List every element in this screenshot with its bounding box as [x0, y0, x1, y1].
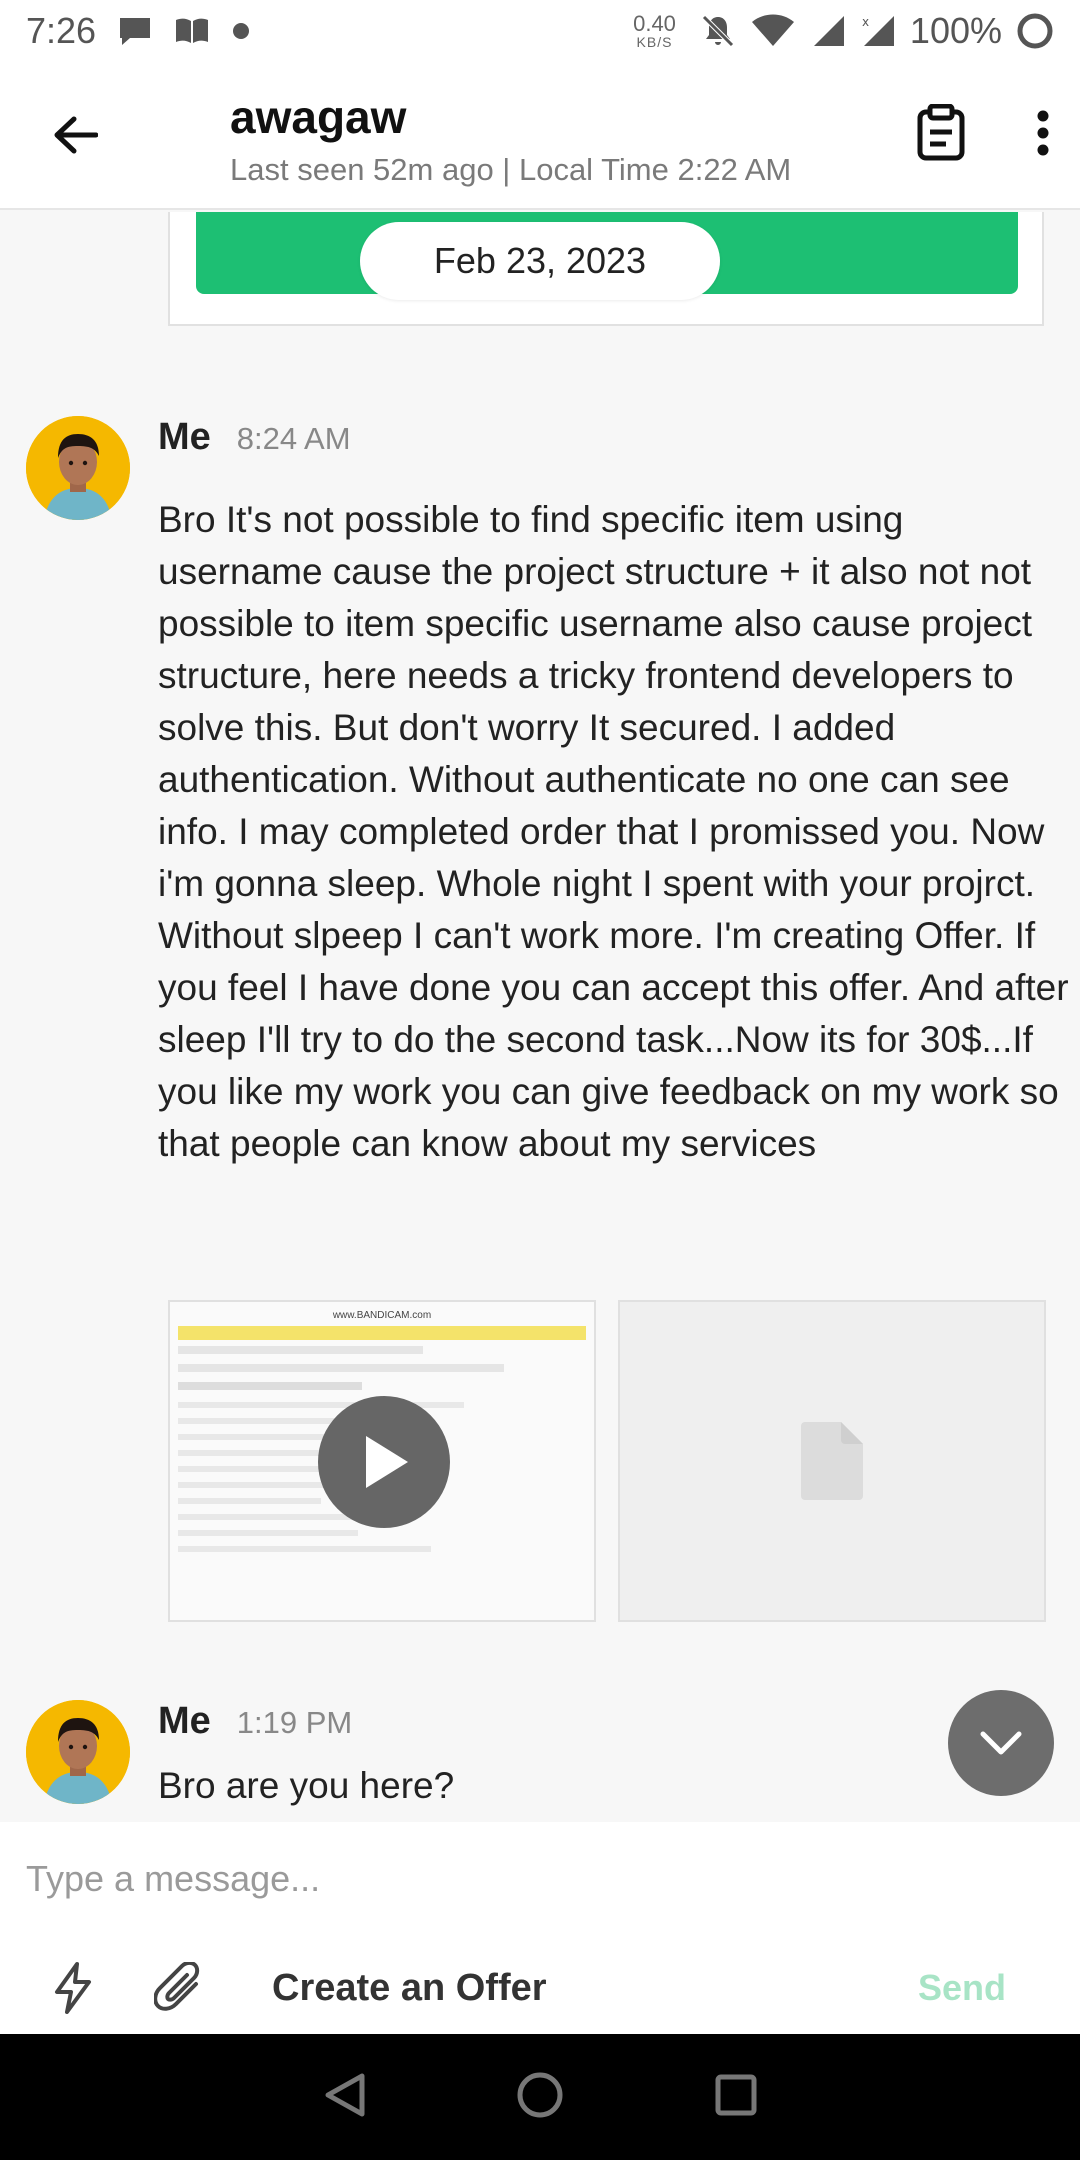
scroll-to-bottom-button[interactable]: [948, 1690, 1054, 1796]
status-time: 7:26: [26, 10, 97, 51]
play-icon: [366, 1436, 408, 1488]
signal-no-service-icon: x: [860, 14, 896, 48]
system-navigation-bar: [0, 2034, 1080, 2160]
user-avatar-icon: [26, 1700, 130, 1804]
lightning-icon: [55, 1962, 91, 2014]
attach-file-button[interactable]: [126, 1942, 232, 2034]
status-bar: 7:26 0.40 KB/S x 100%: [0, 0, 1080, 62]
arrow-left-icon: [54, 116, 98, 154]
triangle-back-icon: [325, 2073, 365, 2116]
last-seen-text: Last seen 52m ago | Local Time 2:22 AM: [230, 152, 792, 187]
message-attachments: www.BANDICAM.com: [168, 1300, 1046, 1622]
message-composer: Create an Offer Send: [0, 1822, 1080, 2034]
file-attachment[interactable]: [618, 1300, 1046, 1622]
avatar[interactable]: [26, 416, 130, 520]
battery-icon: [1016, 12, 1054, 50]
contact-name: awagaw: [230, 91, 407, 143]
signal-icon: [810, 14, 846, 48]
square-recents-icon: [715, 2074, 757, 2115]
more-options-button[interactable]: [1036, 110, 1050, 161]
kebab-menu-icon: [1037, 110, 1049, 156]
user-avatar-icon: [26, 416, 130, 520]
message-item: Me 8:24 AM Bro It's not possible to find…: [26, 416, 1069, 1296]
chevron-down-icon: [980, 1731, 1022, 1755]
video-attachment[interactable]: www.BANDICAM.com: [168, 1300, 596, 1622]
message-time: 8:24 AM: [236, 421, 351, 456]
quick-response-button[interactable]: [20, 1942, 126, 2034]
create-offer-button[interactable]: Create an Offer: [272, 1967, 547, 2010]
message-item: Me 1:19 PM Bro are you here?: [26, 1700, 1056, 1822]
circle-home-icon: [517, 2072, 563, 2117]
send-button[interactable]: Send: [918, 1967, 1006, 2009]
mute-bell-icon: [700, 13, 736, 49]
message-input[interactable]: [26, 1844, 1026, 1914]
avatar[interactable]: [26, 1700, 130, 1804]
message-text: Bro are you here?: [158, 1765, 455, 1806]
thumbnail-watermark: www.BANDICAM.com: [332, 1310, 432, 1321]
book-notification-icon: [174, 17, 210, 45]
wifi-icon: [750, 14, 796, 48]
nav-home-button[interactable]: [516, 2071, 564, 2124]
dot-notification-icon: [232, 22, 250, 40]
network-speed-value: 0.40: [633, 11, 676, 36]
contact-info[interactable]: awagaw Last seen 52m ago | Local Time 2:…: [190, 90, 810, 188]
clipboard-icon: [917, 103, 965, 161]
message-thread[interactable]: Feb 23, 2023 Me 8:24 AM Bro It's not pos…: [0, 212, 1080, 1822]
date-separator: Feb 23, 2023: [360, 222, 720, 300]
battery-percent: 100%: [909, 10, 1002, 51]
chat-header: awagaw Last seen 52m ago | Local Time 2:…: [0, 62, 1080, 210]
back-button[interactable]: [0, 61, 150, 209]
sender-name: Me: [158, 416, 211, 458]
message-text: Bro It's not possible to find specific i…: [158, 499, 1069, 1164]
file-icon: [801, 1422, 863, 1500]
network-speed-unit: KB/S: [636, 34, 673, 50]
message-time: 1:19 PM: [236, 1705, 353, 1740]
play-button[interactable]: [318, 1396, 450, 1528]
sender-name: Me: [158, 1700, 211, 1742]
message-notification-icon: [118, 16, 152, 46]
nav-back-button[interactable]: [322, 2072, 366, 2123]
svg-text:x: x: [862, 15, 869, 29]
clipboard-button[interactable]: [916, 103, 966, 167]
network-speed: 0.40 KB/S: [633, 11, 676, 50]
nav-recents-button[interactable]: [714, 2073, 758, 2122]
paperclip-icon: [154, 1962, 200, 2011]
